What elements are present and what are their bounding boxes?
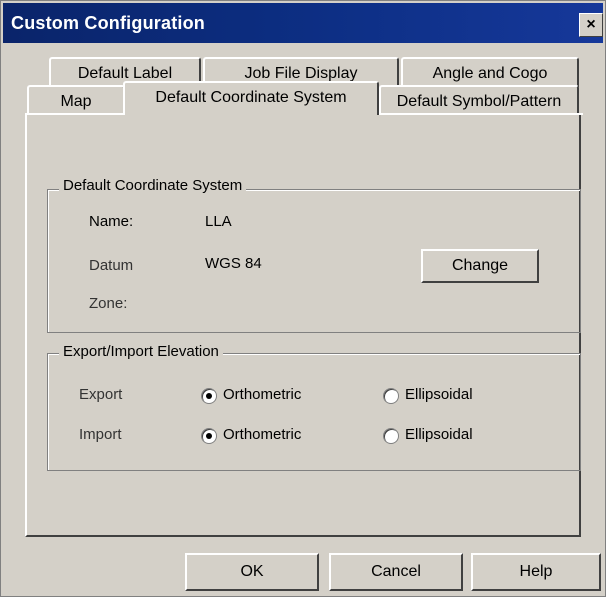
close-icon: ×	[586, 16, 596, 33]
zone-label: Zone:	[89, 295, 128, 312]
cancel-button-label: Cancel	[371, 563, 421, 580]
tab-map[interactable]: Map	[27, 85, 125, 115]
close-button[interactable]: ×	[579, 13, 603, 37]
import-orthometric-radio[interactable]	[201, 428, 217, 444]
name-label: Name:	[89, 213, 134, 230]
tab-default-label-text: Default Label	[77, 65, 173, 82]
panel-border	[379, 113, 583, 115]
elevation-group-title: Export/Import Elevation	[59, 343, 223, 360]
import-ellipsoidal-radio[interactable]	[383, 428, 399, 444]
tab-panel: Default Coordinate System Name: LLA Datu…	[25, 113, 583, 537]
export-ellipsoidal-label[interactable]: Ellipsoidal	[405, 386, 473, 403]
radio-selected-dot	[206, 393, 212, 399]
cancel-button[interactable]: Cancel	[329, 553, 463, 591]
change-button-label: Change	[451, 257, 509, 274]
datum-value: WGS 84	[205, 255, 262, 272]
tab-default-symbol-pattern-text: Default Symbol/Pattern	[396, 93, 562, 110]
import-orthometric-label[interactable]: Orthometric	[223, 426, 301, 443]
export-label: Export	[79, 386, 123, 403]
tab-angle-and-cogo[interactable]: Angle and Cogo	[401, 57, 579, 87]
import-label: Import	[79, 426, 122, 443]
name-value: LLA	[205, 213, 232, 230]
tab-default-coordinate-system[interactable]: Default Coordinate System	[123, 81, 379, 115]
export-ellipsoidal-radio[interactable]	[383, 388, 399, 404]
export-orthometric-label[interactable]: Orthometric	[223, 386, 301, 403]
ok-button-label: OK	[240, 563, 264, 580]
ok-button[interactable]: OK	[185, 553, 319, 591]
help-button[interactable]: Help	[471, 553, 601, 591]
panel-border	[25, 113, 125, 115]
elevation-group	[47, 353, 581, 471]
window-title: Custom Configuration	[11, 13, 205, 33]
export-orthometric-radio[interactable]	[201, 388, 217, 404]
title-bar[interactable]: Custom Configuration ×	[3, 3, 603, 43]
radio-selected-dot	[206, 433, 212, 439]
tab-default-symbol-pattern[interactable]: Default Symbol/Pattern	[379, 85, 579, 115]
custom-configuration-dialog: Custom Configuration × Default Label Job…	[0, 0, 606, 597]
coordinate-system-group-title: Default Coordinate System	[59, 177, 247, 194]
tab-angle-and-cogo-text: Angle and Cogo	[432, 65, 548, 82]
tab-job-file-display-text: Job File Display	[244, 65, 358, 82]
tab-map-text: Map	[60, 93, 92, 110]
datum-label: Datum	[89, 257, 134, 274]
tab-default-coordinate-system-text: Default Coordinate System	[155, 89, 347, 106]
import-ellipsoidal-label[interactable]: Ellipsoidal	[405, 426, 473, 443]
help-button-label: Help	[519, 563, 553, 580]
change-button[interactable]: Change	[421, 249, 539, 283]
